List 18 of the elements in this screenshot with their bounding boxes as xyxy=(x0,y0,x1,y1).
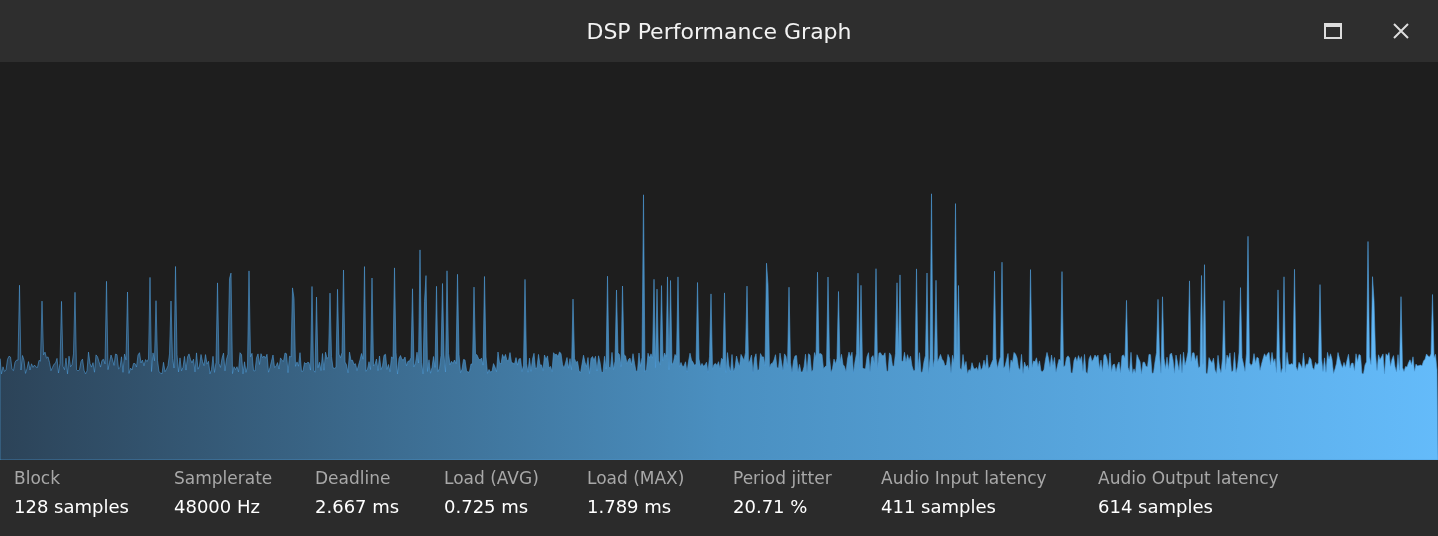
stat-value: 128 samples xyxy=(14,496,130,517)
stat-label: Samplerate xyxy=(174,468,274,488)
stat-label: Load (MAX) xyxy=(587,468,686,488)
stat-label: Audio Output latency xyxy=(1098,468,1280,488)
stat-value: 2.667 ms xyxy=(315,496,401,517)
stat-label: Deadline xyxy=(315,468,392,488)
stat-label: Audio Input latency xyxy=(881,468,1048,488)
stat-value: 1.789 ms xyxy=(587,496,673,517)
window-title: DSP Performance Graph xyxy=(586,18,852,44)
stat-label: Block xyxy=(14,468,61,488)
stat-value: 411 samples xyxy=(881,496,997,517)
stat-value: 0.725 ms xyxy=(444,496,530,517)
stat-value: 614 samples xyxy=(1098,496,1214,517)
stat-label: Period jitter xyxy=(733,468,833,488)
stat-value: 20.71 % xyxy=(733,496,809,517)
stat-value: 48000 Hz xyxy=(174,496,261,517)
maximize-button[interactable] xyxy=(1322,21,1344,41)
stat-label: Load (AVG) xyxy=(444,468,540,488)
